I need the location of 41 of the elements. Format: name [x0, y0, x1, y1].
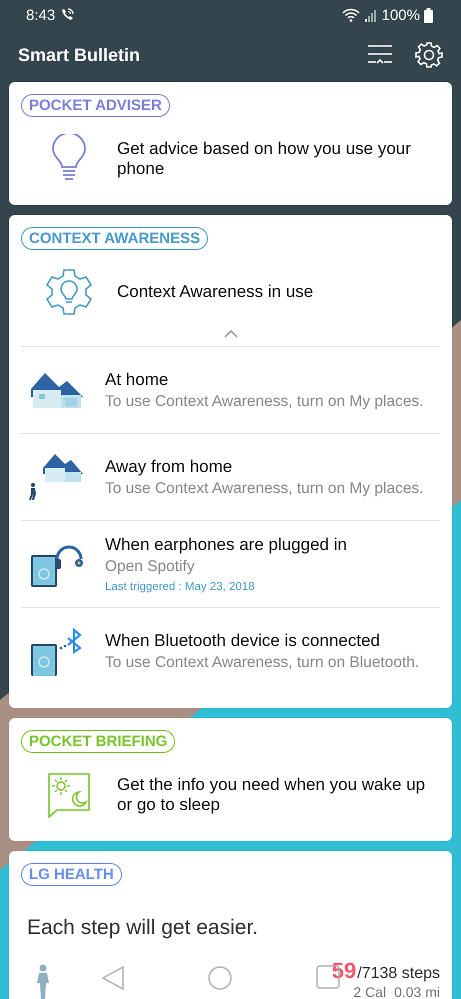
battery-percent: 100%: [382, 6, 420, 24]
item-title: At home: [105, 370, 170, 390]
collapse-chevron-icon[interactable]: [224, 330, 238, 338]
calories-value: 2 Cal: [353, 984, 386, 999]
app-title: Smart Bulletin: [18, 44, 140, 66]
section-tag: LG HEALTH: [21, 863, 122, 886]
context-list-item[interactable]: Away from home To use Context Awareness, turn on My places.: [21, 433, 440, 520]
item-subtitle: To use Context Awareness, turn on My places.: [105, 392, 424, 410]
last-triggered-note: Last triggered : May 23, 2018: [105, 581, 256, 593]
context-list-item[interactable]: When Bluetooth device is connected To use Context Awareness, turn on Bluetooth.: [21, 607, 440, 694]
steps-goal: /7138 steps: [357, 965, 440, 983]
battery-icon: [424, 8, 433, 22]
item-subtitle: To use Context Awareness, turn on My places.: [105, 480, 424, 498]
distance-value: 0.03 mi: [394, 984, 440, 999]
steps-count: 59: [332, 958, 356, 984]
item-subtitle: To use Context Awareness, turn on Bluetooth.: [105, 654, 420, 672]
sun-moon-message-icon: [47, 772, 91, 818]
item-subtitle: Open Spotify: [105, 558, 196, 576]
wifi-icon: [342, 8, 360, 22]
item-title: Away from home: [105, 456, 234, 476]
status-time: 8:43: [26, 6, 56, 24]
health-message: Each step will get easier.: [27, 916, 260, 940]
wifi-call-icon: [59, 7, 76, 23]
card-description: Get the info you need when you wake up or go to sleep: [117, 774, 426, 816]
signal-icon: [364, 8, 378, 22]
section-tag: POCKET ADVISER: [21, 94, 170, 117]
settings-icon[interactable]: [415, 41, 443, 69]
item-title: When Bluetooth device is connected: [105, 630, 382, 650]
context-list-item[interactable]: At home To use Context Awareness, turn on My places.: [21, 346, 440, 433]
home-icon[interactable]: [207, 965, 234, 991]
section-tag: CONTEXT AWARENESS: [21, 227, 208, 250]
item-title: When earphones are plugged in: [105, 535, 347, 555]
walking-figure-icon: [35, 964, 51, 999]
context-list-item[interactable]: When earphones are plugged in Open Spotify Last triggered : May 23, 2018: [21, 520, 440, 607]
reorder-icon[interactable]: [367, 44, 393, 66]
back-icon[interactable]: [101, 965, 126, 991]
gear-bulb-icon: [45, 268, 93, 316]
card-description: Context Awareness in use: [117, 282, 314, 302]
card-description: Get advice based on how you use your phone: [117, 138, 412, 180]
house-walker-icon: [27, 452, 85, 502]
section-tag: POCKET BRIEFING: [21, 730, 176, 753]
